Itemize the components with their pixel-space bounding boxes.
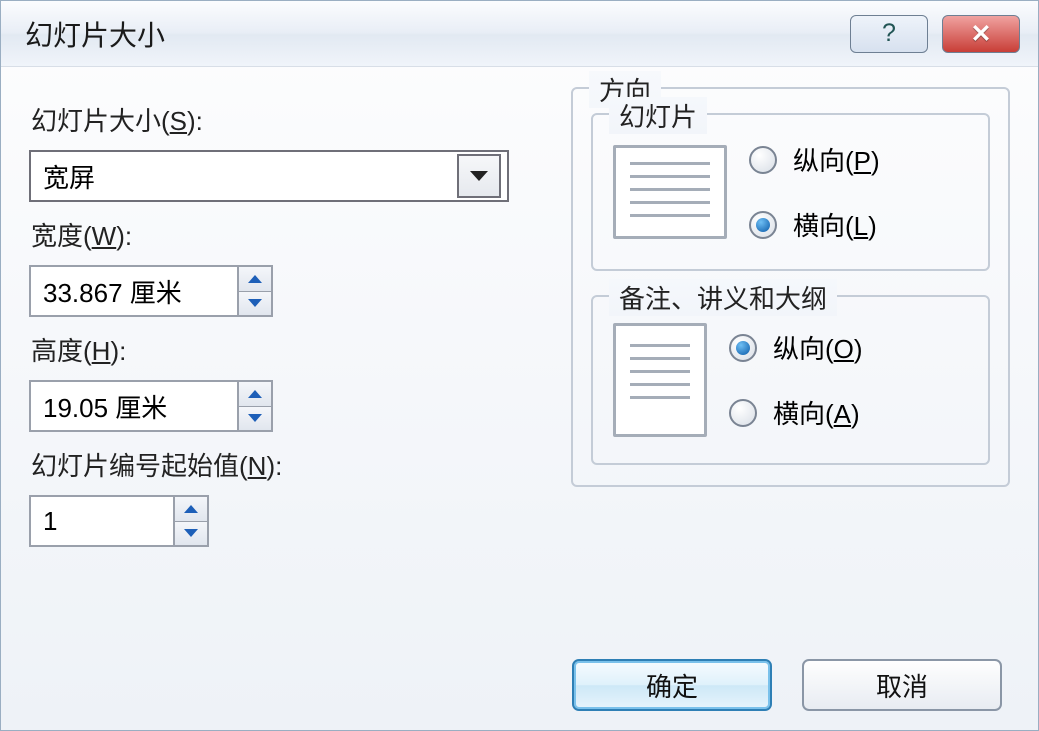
chevron-up-icon	[247, 389, 263, 399]
height-input[interactable]: 19.05 厘米	[29, 380, 273, 432]
right-column: 方向 幻灯片 纵向(P) 横向(L)	[571, 87, 1010, 640]
height-spin	[237, 382, 271, 430]
dialog-title: 幻灯片大小	[25, 14, 850, 54]
titlebar: 幻灯片大小 ? ✕	[1, 1, 1038, 67]
close-icon: ✕	[971, 19, 992, 49]
page-portrait-icon	[613, 323, 707, 437]
chevron-up-icon	[183, 504, 199, 514]
width-label: 宽度(W):	[31, 216, 549, 253]
dropdown-button[interactable]	[457, 154, 501, 198]
dialog-content: 幻灯片大小(S): 宽屏 宽度(W): 33.867 厘米 高度(H):	[1, 67, 1038, 640]
slides-landscape-radio[interactable]: 横向(L)	[749, 206, 880, 243]
titlebar-buttons: ? ✕	[850, 15, 1020, 53]
left-column: 幻灯片大小(S): 宽屏 宽度(W): 33.867 厘米 高度(H):	[29, 87, 549, 640]
chevron-down-icon	[183, 528, 199, 538]
notes-landscape-radio[interactable]: 横向(A)	[729, 394, 863, 431]
ok-button[interactable]: 确定	[572, 659, 772, 711]
chevron-down-icon	[469, 169, 489, 183]
help-button[interactable]: ?	[850, 15, 928, 53]
close-button[interactable]: ✕	[942, 15, 1020, 53]
page-landscape-icon	[613, 145, 727, 239]
dialog-footer: 确定 取消	[1, 640, 1038, 730]
slide-size-select[interactable]: 宽屏	[29, 150, 509, 202]
slide-size-dialog: 幻灯片大小 ? ✕ 幻灯片大小(S): 宽屏 宽度(W):	[0, 0, 1039, 731]
width-spin-down[interactable]	[239, 291, 271, 316]
height-spin-down[interactable]	[239, 406, 271, 431]
radio-icon	[729, 334, 757, 362]
cancel-button[interactable]: 取消	[802, 659, 1002, 711]
notes-radios: 纵向(O) 横向(A)	[729, 329, 863, 431]
slides-portrait-radio[interactable]: 纵向(P)	[749, 141, 880, 178]
notes-orientation-title: 备注、讲义和大纲	[609, 279, 837, 316]
height-value: 19.05 厘米	[31, 382, 237, 430]
width-spin	[237, 267, 271, 315]
start-number-input[interactable]: 1	[29, 495, 209, 547]
slides-radios: 纵向(P) 横向(L)	[749, 141, 880, 243]
radio-icon	[729, 399, 757, 427]
chevron-down-icon	[247, 413, 263, 423]
help-icon: ?	[882, 19, 896, 48]
start-number-spin	[173, 497, 207, 545]
start-number-spin-up[interactable]	[175, 497, 207, 521]
start-number-label: 幻灯片编号起始值(N):	[31, 446, 549, 483]
notes-orientation-group: 备注、讲义和大纲 纵向(O) 横向(A)	[591, 295, 990, 465]
width-value: 33.867 厘米	[31, 267, 237, 315]
height-spin-up[interactable]	[239, 382, 271, 406]
chevron-down-icon	[247, 298, 263, 308]
slide-size-label: 幻灯片大小(S):	[31, 101, 549, 138]
radio-icon	[749, 146, 777, 174]
slide-size-value: 宽屏	[43, 158, 95, 195]
slides-orientation-group: 幻灯片 纵向(P) 横向(L)	[591, 113, 990, 271]
chevron-up-icon	[247, 274, 263, 284]
slides-orientation-title: 幻灯片	[609, 97, 707, 134]
height-label: 高度(H):	[31, 331, 549, 368]
start-number-spin-down[interactable]	[175, 521, 207, 546]
notes-portrait-radio[interactable]: 纵向(O)	[729, 329, 863, 366]
start-number-value: 1	[31, 497, 173, 545]
width-spin-up[interactable]	[239, 267, 271, 291]
radio-icon	[749, 211, 777, 239]
width-input[interactable]: 33.867 厘米	[29, 265, 273, 317]
orientation-group: 方向 幻灯片 纵向(P) 横向(L)	[571, 87, 1010, 487]
